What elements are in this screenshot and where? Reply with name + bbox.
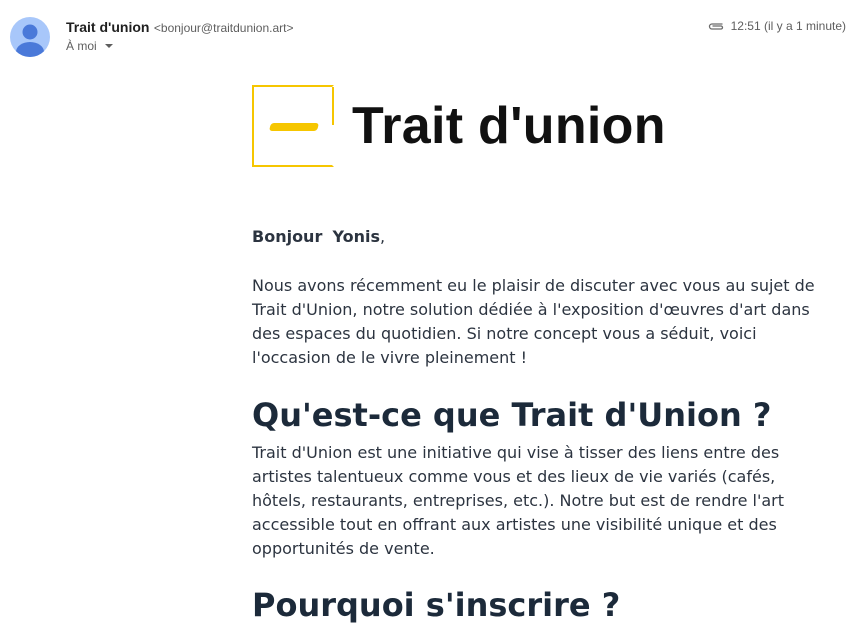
about-paragraph: Trait d'Union est une initiative qui vis… — [252, 443, 785, 558]
paperclip-icon — [707, 20, 725, 32]
chevron-down-icon[interactable] — [104, 44, 113, 48]
sender-email: <bonjour@traitdunion.art> — [153, 21, 294, 35]
logo-text: Trait d'union — [352, 97, 666, 155]
email-body: Trait d'union Bonjour Yonis, Nous avons … — [252, 84, 832, 624]
intro-paragraph: Nous avons récemment eu le plaisir de di… — [252, 276, 815, 367]
sender-name[interactable]: Trait d'union — [66, 19, 149, 35]
greeting: Bonjour Yonis, — [252, 227, 385, 246]
brand-logo: Trait d'union — [252, 84, 832, 168]
section-heading-what: Qu'est-ce que Trait d'Union ? — [252, 396, 772, 434]
logo-dash — [269, 123, 319, 131]
logo-mark — [252, 85, 334, 167]
greeting-punct: , — [380, 227, 386, 246]
sender-info: Trait d'union <bonjour@traitdunion.art> — [66, 19, 294, 37]
recipient-dropdown[interactable]: À moi — [66, 39, 113, 53]
email-meta: 12:51 (il y a 1 minute) — [707, 19, 846, 33]
email-header: Trait d'union <bonjour@traitdunion.art> … — [0, 0, 863, 70]
recipient-label: À moi — [66, 39, 97, 53]
section-heading-why: Pourquoi s'inscrire ? — [252, 586, 621, 624]
sender-avatar[interactable] — [10, 17, 50, 57]
timestamp: 12:51 (il y a 1 minute) — [730, 19, 846, 33]
person-avatar-icon — [16, 24, 44, 57]
greeting-name: Yonis — [332, 227, 381, 246]
greeting-hello: Bonjour — [252, 227, 323, 246]
